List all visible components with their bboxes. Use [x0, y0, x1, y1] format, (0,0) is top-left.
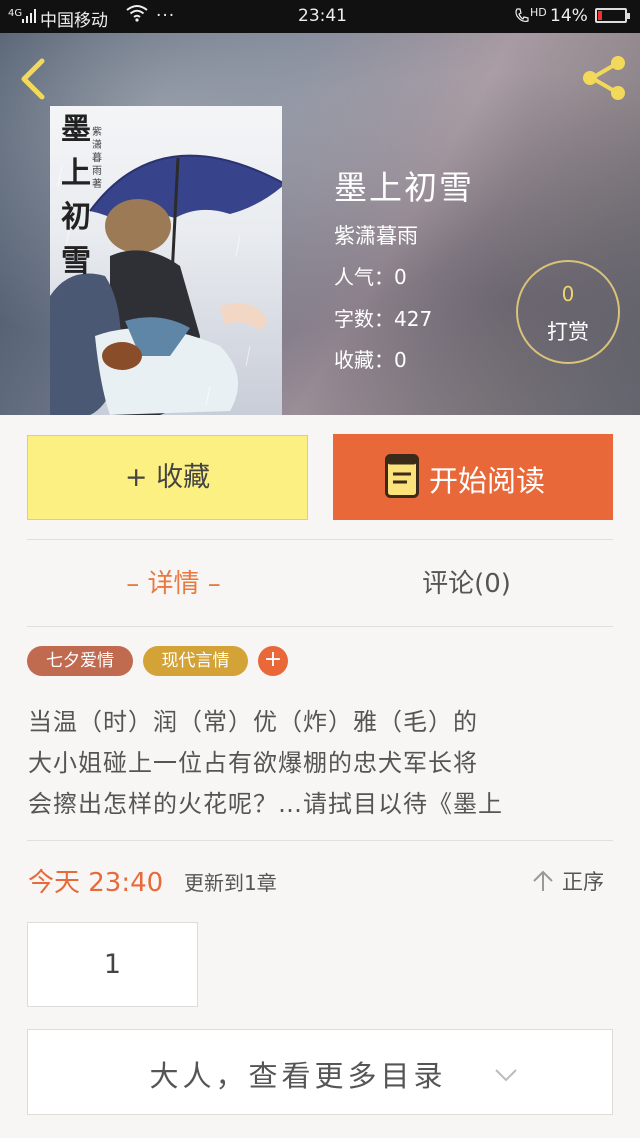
start-reading-label: 开始阅读 [429, 464, 546, 498]
divider [27, 626, 613, 627]
carrier-name: 中国移动 [40, 11, 108, 31]
update-chapter-count: 更新到1章 [184, 871, 277, 895]
arrow-up-icon [533, 870, 553, 891]
add-tag-button[interactable]: + [258, 646, 288, 676]
reward-count: 0 [561, 282, 575, 306]
book-title: 墨上初雪 [334, 168, 474, 207]
sort-order-button[interactable]: 正序 [532, 866, 614, 896]
start-reading-button[interactable]: 开始阅读 [333, 434, 613, 520]
book-author[interactable]: 紫潇暮雨 [334, 220, 418, 250]
chevron-left-icon [21, 58, 45, 100]
battery-icon [595, 8, 630, 23]
divider [27, 539, 613, 540]
tab-comments[interactable]: 评论(0) [320, 563, 613, 600]
more-catalog-label: 大人，查看更多目录 [149, 1059, 447, 1093]
tag-chip[interactable]: 七夕爱情 [27, 646, 133, 676]
book-synopsis[interactable]: 当温（时）润（常）优（炸）雅（毛）的 大小姐碰上一位占有欲爆棚的忠犬军长将 会擦… [28, 702, 618, 824]
tab-detail[interactable]: – 详情 – [27, 563, 320, 600]
book-header: 墨上初雪 紫潇暮雨著 墨上初雪 紫潇暮雨 人气：0 字数：427 收藏：0 0 … [0, 33, 640, 415]
book-cover[interactable]: 墨上初雪 紫潇暮雨著 [50, 106, 282, 415]
more-catalog-button[interactable]: 大人，查看更多目录 [27, 1029, 613, 1115]
chevron-down-icon [495, 1069, 517, 1082]
add-to-shelf-button[interactable]: + 收藏 [27, 435, 308, 520]
signal-icon [22, 9, 36, 23]
sort-order-label: 正序 [562, 870, 604, 894]
reward-button[interactable]: 0 打赏 [516, 260, 620, 364]
chapter-item[interactable]: 1 [27, 922, 198, 1007]
favorites-stat: 收藏：0 [334, 348, 407, 372]
more-notifications: ··· [156, 6, 176, 26]
reward-label: 打赏 [547, 320, 589, 344]
word-count-stat: 字数：427 [334, 307, 433, 331]
share-button[interactable] [578, 53, 630, 103]
hd-call-icon: HD [514, 6, 547, 26]
back-button[interactable] [14, 55, 54, 103]
cover-author: 紫潇暮雨著 [92, 127, 102, 190]
cover-title: 墨上初雪 [61, 112, 91, 279]
network-type: 4G [8, 8, 23, 19]
status-bar: 4G 中国移动 ··· 23:41 HD 14% [0, 0, 640, 33]
battery-fill [598, 11, 602, 20]
popularity-stat: 人气：0 [334, 265, 407, 289]
divider [27, 840, 613, 841]
update-time: 今天 23:40 [28, 868, 164, 898]
tag-chip[interactable]: 现代言情 [143, 646, 248, 676]
clock: 23:41 [298, 6, 347, 26]
share-icon [583, 56, 625, 100]
battery-percent: 14% [550, 6, 588, 26]
wifi-icon [126, 4, 148, 27]
hd-label: HD [530, 6, 547, 19]
book-icon [385, 454, 419, 498]
